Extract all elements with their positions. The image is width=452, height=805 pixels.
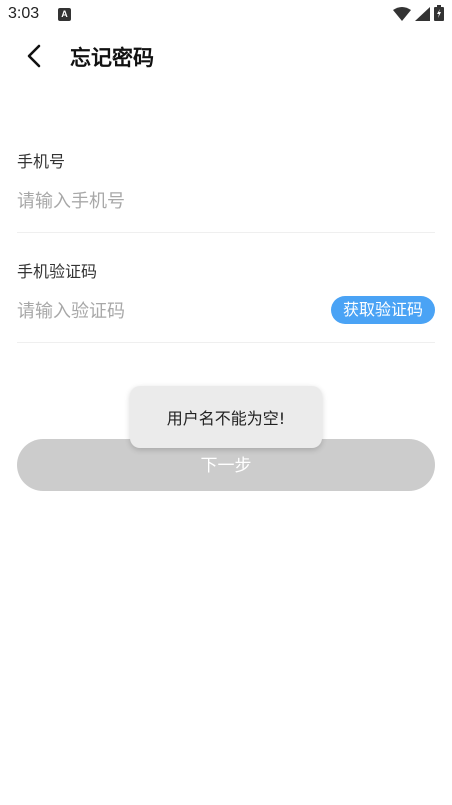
verification-code-input[interactable]: [17, 294, 317, 328]
wifi-icon: [393, 6, 411, 25]
phone-field: 手机号: [17, 140, 435, 233]
chevron-left-icon: [26, 44, 42, 72]
status-time: 3:03: [8, 5, 40, 22]
verification-code-label: 手机验证码: [17, 262, 98, 281]
notification-a-icon: A: [58, 8, 71, 21]
get-code-button[interactable]: 获取验证码: [330, 296, 435, 324]
signal-icon: [415, 6, 430, 25]
verification-code-field: 手机验证码 获取验证码: [17, 250, 435, 343]
back-button[interactable]: [20, 44, 48, 72]
header: 忘记密码: [0, 32, 452, 84]
phone-input[interactable]: [17, 184, 317, 218]
status-bar: 3:03 A: [0, 0, 452, 32]
phone-label: 手机号: [17, 152, 66, 171]
page-title: 忘记密码: [70, 46, 154, 70]
status-icons: [393, 5, 444, 25]
toast-message: 用户名不能为空!: [130, 386, 322, 448]
battery-charging-icon: [434, 5, 444, 25]
